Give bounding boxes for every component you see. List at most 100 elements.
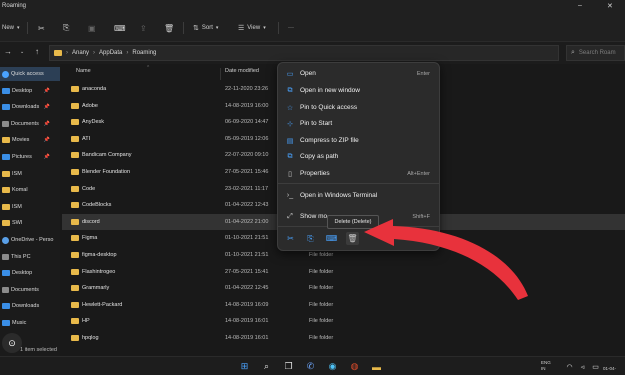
table-row[interactable]: hpqlog 14-08-2019 16:01 File folder [62,330,625,346]
language-indicator[interactable]: ENG IN [541,360,551,372]
search-icon[interactable]: ⌕ [260,360,273,373]
sidebar-item-swi[interactable]: SWI [0,216,60,230]
rename-button[interactable]: ⌨ [114,22,126,34]
sidebar-item-ism[interactable]: ISM [0,167,60,181]
volume-icon[interactable]: ◃ [576,360,589,373]
share-icon: ⇪ [140,23,147,33]
chat-icon[interactable]: ✆ [304,360,317,373]
sidebar-item-quick-access[interactable]: Quick access [0,67,60,81]
minimize-button[interactable]: – [578,2,582,9]
up-arrow-icon[interactable]: ↑ [35,47,39,56]
navigation-bar: → ⌄ ↑ › Anany › AppData › Roaming ⌕ Sear… [0,42,625,64]
file-explorer-icon[interactable]: ▬ [370,360,383,373]
folder-icon [2,286,9,293]
folder-icon [71,335,79,341]
share-button[interactable]: ⇪ [140,22,147,34]
folder-icon [71,102,79,109]
table-row[interactable]: Flashintrogeo 27-05-2021 15:41 File folder [62,264,625,280]
copy-button[interactable]: ⎘ [63,22,69,34]
sidebar-item-documents[interactable]: Documents 📌 [0,117,60,131]
menu-item-open-in-windows-terminal[interactable]: ›_ Open in Windows Terminal [282,188,436,203]
delete-icon: 🗑 [347,234,358,243]
copy-path-icon: ⧉ [287,152,293,160]
sidebar-item-movies[interactable]: Movies 📌 [0,133,60,147]
file-name: figma-desktop [82,252,117,258]
folder-icon [71,268,79,275]
menu-item-properties[interactable]: ▯ Properties Alt+Enter [282,166,436,181]
file-name: HP [82,318,90,325]
window-title: Roaming [2,3,27,9]
chrome-icon[interactable]: ◍ [348,360,361,373]
sidebar-item-desktop[interactable]: Desktop 📌 [0,84,60,98]
menu-item-shortcut: Alt+Enter [407,170,430,177]
menu-item-pin-to-quick-access[interactable]: ☆ Pin to Quick access [282,100,436,115]
battery-icon[interactable]: ▭ [589,360,602,373]
menu-item-pin-to-start[interactable]: ⊹ Pin to Start [282,116,436,131]
sidebar-item-label: SWI [12,220,23,227]
pin-icon: 📌 [43,120,50,127]
address-bar[interactable]: › Anany › AppData › Roaming [49,45,559,61]
file-date-modified: 27-05-2021 15:41 [225,268,269,275]
column-header-name[interactable]: Name [76,68,91,80]
sort-indicator-icon: ⌃ [146,65,151,71]
search-box[interactable]: ⌕ Search Roam [566,45,625,61]
folder-icon [71,235,79,242]
breadcrumb-item[interactable]: Anany [72,50,89,56]
sort-button[interactable]: ⇅ Sort ▾ [193,22,218,34]
sort-icon: ⇅ [193,25,199,32]
folder-icon [2,154,10,160]
menu-item-copy-as-path[interactable]: ⧉ Copy as path [282,149,436,164]
sidebar-item-label: OneDrive - Perso [11,237,54,243]
folder-icon [71,119,79,126]
paste-button[interactable]: ▣ [88,22,96,34]
table-row[interactable]: Hewlett-Packard 14-08-2019 16:09 File fold… [62,297,625,313]
sidebar-item-music[interactable]: Music [0,316,60,330]
task-view-icon[interactable]: ❐ [282,360,295,373]
wifi-icon[interactable]: ◠ [563,360,576,373]
start-icon[interactable]: ⊞ [238,360,251,373]
sidebar-item-downloads[interactable]: Downloads 📌 [0,100,60,114]
edge-icon[interactable]: ◉ [326,360,339,373]
sidebar-item-desktop[interactable]: Desktop [0,266,60,280]
delete-button[interactable]: 🗑 [164,22,174,34]
lens-overlay-icon[interactable]: ⊙ [2,333,22,353]
breadcrumb-item[interactable]: AppData [99,50,122,56]
search-icon: ⌕ [571,49,575,56]
copy-button[interactable]: ⎘ [304,232,317,245]
sidebar-item-downloads[interactable]: Downloads [0,299,60,313]
sidebar-item-label: Desktop [12,270,33,277]
folder-icon [71,135,79,142]
menu-item-open[interactable]: ▭ Open Enter [282,66,436,81]
table-row[interactable]: HP 14-08-2019 16:01 File folder [62,313,625,329]
more-options-button[interactable]: ··· [288,22,294,34]
close-button[interactable]: ✕ [607,2,613,10]
menu-item-compress-to-zip-file[interactable]: ▤ Compress to ZIP file [282,133,436,148]
sidebar-item-documents[interactable]: Documents [0,283,60,297]
delete-button[interactable]: 🗑 [346,232,359,245]
column-divider[interactable] [220,68,221,80]
folder-icon [2,253,9,260]
folder-icon [2,220,10,227]
forward-arrow-icon[interactable]: → [4,47,12,56]
sidebar-item-pictures[interactable]: Pictures 📌 [0,150,60,164]
search-placeholder: Search Roam [578,50,616,56]
recent-chevron-icon[interactable]: ⌄ [20,49,24,55]
context-quick-actions: ✂ ⎘ ⌨ 🗑 [278,227,439,250]
menu-item-open-in-new-window[interactable]: ⧉ Open in new window [282,83,436,98]
new-window-icon: ⧉ [287,86,293,94]
table-row[interactable]: Grammarly 01-04-2022 12:45 File folder [62,280,625,296]
sidebar-item-this-pc[interactable]: This PC [0,250,60,264]
clock-date[interactable]: 01-04- [603,366,616,372]
cut-button[interactable]: ✂ [38,22,45,34]
sidebar-item-onedrive-perso[interactable]: OneDrive - Perso [0,233,60,247]
column-header-date[interactable]: Date modified [225,68,259,80]
sidebar-item-komal[interactable]: Komal [0,183,60,197]
rename-button[interactable]: ⌨ [325,232,338,245]
cut-button[interactable]: ✂ [284,232,297,245]
breadcrumb-item[interactable]: Roaming [132,50,156,56]
folder-icon [2,187,10,194]
sidebar-item-ism[interactable]: ISM [0,200,60,214]
new-button[interactable]: New ▾ [2,22,20,34]
view-icon: ☰ [238,25,245,32]
view-button[interactable]: ☰ View ▾ [238,22,266,34]
